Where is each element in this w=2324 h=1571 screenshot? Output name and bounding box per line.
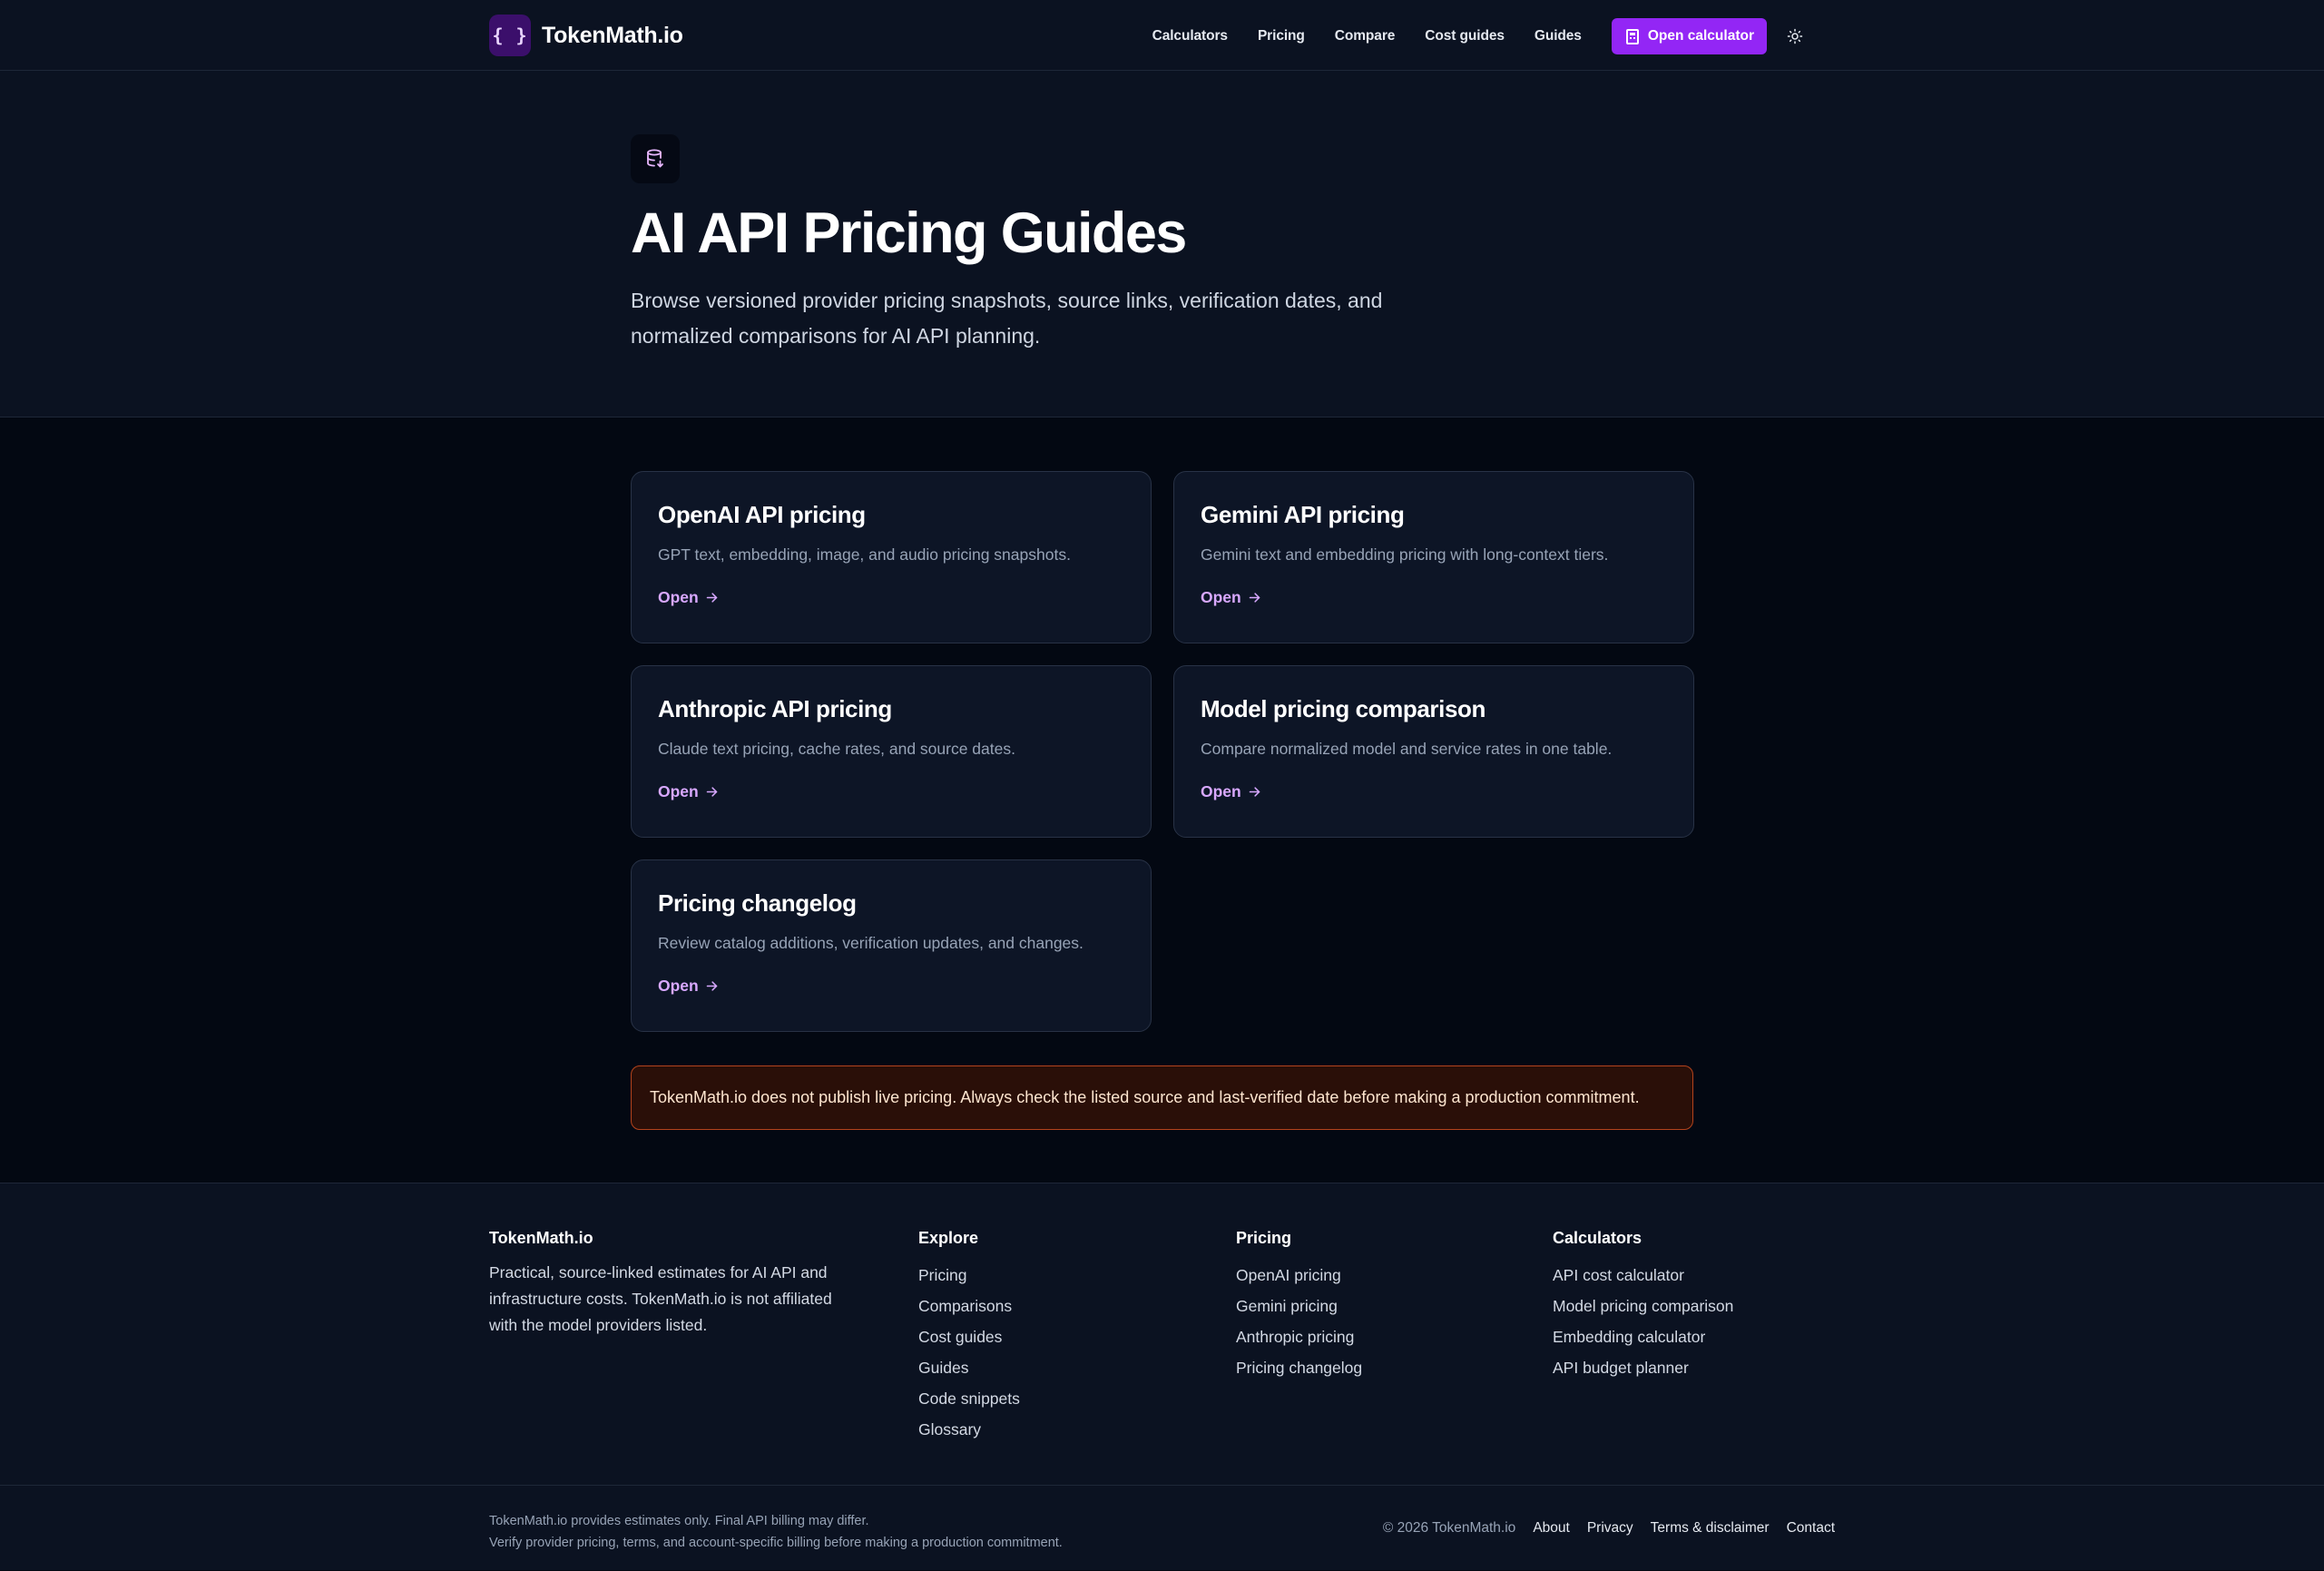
nav-cost-guides[interactable]: Cost guides <box>1425 28 1505 44</box>
card-open-label: Open <box>658 587 699 606</box>
footer-pricing-links: OpenAI pricing Gemini pricing Anthropic … <box>1236 1260 1362 1383</box>
card-anthropic-pricing[interactable]: Anthropic API pricing Claude text pricin… <box>631 665 1152 838</box>
site-footer: TokenMath.io Practical, source-linked es… <box>0 1183 2324 1570</box>
footer-link-embedding-calculator[interactable]: Embedding calculator <box>1553 1321 1733 1352</box>
card-model-pricing-comparison[interactable]: Model pricing comparison Compare normali… <box>1173 665 1694 838</box>
footer-calculators: Calculators API cost calculator Model pr… <box>1553 1229 1733 1383</box>
footer-legal: TokenMath.io provides estimates only. Fi… <box>489 1510 1063 1554</box>
footer-brand-heading: TokenMath.io <box>489 1229 593 1247</box>
card-description: Claude text pricing, cache rates, and so… <box>658 740 1015 759</box>
nav-guides[interactable]: Guides <box>1535 28 1582 44</box>
open-calculator-button[interactable]: Open calculator <box>1611 18 1767 54</box>
footer-pricing-heading: Pricing <box>1236 1229 1292 1247</box>
card-title: Anthropic API pricing <box>658 695 892 722</box>
card-open-link[interactable]: Open <box>658 588 719 607</box>
card-open-label: Open <box>658 976 699 995</box>
footer-link-contact[interactable]: Contact <box>1787 1520 1835 1537</box>
footer-explore: Explore Pricing Comparisons Cost guides … <box>918 1229 1020 1445</box>
footer-link-guides[interactable]: Guides <box>918 1352 1020 1383</box>
open-calculator-label: Open calculator <box>1647 28 1754 44</box>
footer-link-pricing-changelog[interactable]: Pricing changelog <box>1236 1352 1362 1383</box>
footer-bottom-links: © 2026 TokenMath.io About Privacy Terms … <box>1383 1520 1835 1537</box>
card-title: Gemini API pricing <box>1201 501 1405 528</box>
footer-link-code-snippets[interactable]: Code snippets <box>918 1383 1020 1414</box>
theme-toggle-button[interactable] <box>1783 25 1807 48</box>
nav-compare[interactable]: Compare <box>1335 28 1396 44</box>
card-title: OpenAI API pricing <box>658 501 866 528</box>
curly-braces-icon: { } <box>489 15 531 56</box>
card-open-label: Open <box>658 781 699 800</box>
card-title: Model pricing comparison <box>1201 695 1486 722</box>
hero-icon-badge <box>631 134 680 183</box>
footer-link-api-budget-planner[interactable]: API budget planner <box>1553 1352 1733 1383</box>
card-open-link[interactable]: Open <box>1201 588 1261 607</box>
footer-bottom-bar: TokenMath.io provides estimates only. Fi… <box>0 1485 2324 1571</box>
footer-link-comparisons[interactable]: Comparisons <box>918 1291 1020 1321</box>
main-nav: Calculators Pricing Compare Cost guides … <box>1152 18 1807 54</box>
card-open-link[interactable]: Open <box>658 977 719 996</box>
footer-calculators-links: API cost calculator Model pricing compar… <box>1553 1260 1733 1383</box>
footer-link-openai-pricing[interactable]: OpenAI pricing <box>1236 1260 1362 1291</box>
footer-link-terms[interactable]: Terms & disclaimer <box>1651 1520 1770 1537</box>
nav-calculators[interactable]: Calculators <box>1152 28 1228 44</box>
arrow-right-icon <box>1248 785 1261 799</box>
card-description: Review catalog additions, verification u… <box>658 934 1084 953</box>
footer-link-cost-guides[interactable]: Cost guides <box>918 1321 1020 1352</box>
card-open-link[interactable]: Open <box>1201 782 1261 801</box>
copyright: © 2026 TokenMath.io <box>1382 1520 1516 1536</box>
database-icon <box>647 149 663 168</box>
brand-home-link[interactable]: { } TokenMath.io <box>489 15 683 56</box>
footer-pricing: Pricing OpenAI pricing Gemini pricing An… <box>1236 1229 1362 1383</box>
legal-line-1: TokenMath.io provides estimates only. Fi… <box>489 1514 869 1528</box>
card-openai-pricing[interactable]: OpenAI API pricing GPT text, embedding, … <box>631 471 1152 643</box>
card-open-link[interactable]: Open <box>658 782 719 801</box>
arrow-right-icon <box>1248 591 1261 604</box>
card-description: GPT text, embedding, image, and audio pr… <box>658 545 1071 565</box>
card-description: Gemini text and embedding pricing with l… <box>1201 545 1609 565</box>
sun-icon <box>1787 28 1803 44</box>
footer-calculators-heading: Calculators <box>1553 1229 1642 1247</box>
footer-explore-links: Pricing Comparisons Cost guides Guides C… <box>918 1260 1020 1445</box>
site-header: { } TokenMath.io Calculators Pricing Com… <box>0 0 2324 71</box>
card-open-label: Open <box>1201 587 1241 606</box>
footer-link-gemini-pricing[interactable]: Gemini pricing <box>1236 1291 1362 1321</box>
arrow-right-icon <box>705 979 719 993</box>
page-description: Browse versioned provider pricing snapsh… <box>631 289 1383 348</box>
footer-link-privacy[interactable]: Privacy <box>1587 1520 1633 1537</box>
card-description: Compare normalized model and service rat… <box>1201 740 1613 759</box>
pricing-disclaimer-notice: TokenMath.io does not publish live prici… <box>631 1065 1693 1130</box>
arrow-right-icon <box>705 591 719 604</box>
calculator-icon <box>1625 28 1639 44</box>
card-open-label: Open <box>1201 781 1241 800</box>
page-title: AI API Pricing Guides <box>631 201 1187 265</box>
card-title: Pricing changelog <box>658 889 857 917</box>
footer-link-api-cost-calculator[interactable]: API cost calculator <box>1553 1260 1733 1291</box>
footer-explore-heading: Explore <box>918 1229 979 1247</box>
footer-link-pricing[interactable]: Pricing <box>918 1260 1020 1291</box>
legal-line-2: Verify provider pricing, terms, and acco… <box>489 1536 1063 1550</box>
card-gemini-pricing[interactable]: Gemini API pricing Gemini text and embed… <box>1173 471 1694 643</box>
card-pricing-changelog[interactable]: Pricing changelog Review catalog additio… <box>631 859 1152 1032</box>
footer-link-model-pricing-comparison[interactable]: Model pricing comparison <box>1553 1291 1733 1321</box>
footer-about: TokenMath.io Practical, source-linked es… <box>489 1229 861 1339</box>
footer-about-text: Practical, source-linked estimates for A… <box>489 1263 832 1334</box>
nav-pricing[interactable]: Pricing <box>1258 28 1305 44</box>
brand-name: TokenMath.io <box>542 22 683 48</box>
footer-link-anthropic-pricing[interactable]: Anthropic pricing <box>1236 1321 1362 1352</box>
arrow-right-icon <box>705 785 719 799</box>
footer-link-about[interactable]: About <box>1533 1520 1570 1537</box>
footer-link-glossary[interactable]: Glossary <box>918 1414 1020 1445</box>
hero-section: AI API Pricing Guides Browse versioned p… <box>0 71 2324 417</box>
